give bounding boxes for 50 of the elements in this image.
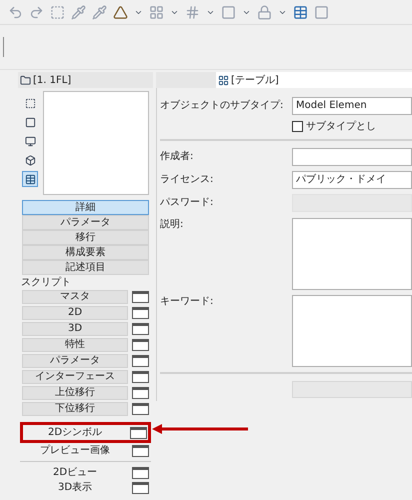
dropdown[interactable]: パブリック・ドメイ xyxy=(292,170,412,188)
table-icon[interactable] xyxy=(293,4,308,20)
dropdown[interactable]: Model Elemen xyxy=(292,96,412,114)
script-button[interactable]: 2Dシンボル xyxy=(24,426,126,440)
field-label: 説明: xyxy=(160,218,184,232)
script-button[interactable]: 2D xyxy=(22,306,128,320)
window-icon[interactable] xyxy=(132,482,149,494)
section-button[interactable]: 詳細 xyxy=(22,200,149,215)
script-button[interactable]: 2Dビュー xyxy=(22,466,128,480)
folder-icon xyxy=(20,74,31,86)
script-button[interactable]: プレビュー画像 xyxy=(22,444,128,458)
field-label: キーワード: xyxy=(160,295,214,309)
window-icon[interactable] xyxy=(132,466,149,478)
section-button[interactable]: パラメータ xyxy=(22,215,149,230)
window-icon[interactable] xyxy=(132,402,149,414)
script-button[interactable]: 下位移行 xyxy=(22,402,128,416)
field-label: 作成者: xyxy=(160,150,194,164)
window-icon[interactable] xyxy=(130,426,147,438)
window-icon[interactable] xyxy=(132,370,149,382)
window-icon[interactable] xyxy=(132,290,149,302)
script-button[interactable]: インターフェース xyxy=(22,370,128,384)
script-button[interactable]: 特性 xyxy=(22,338,128,352)
checkbox-label: サブタイプとし xyxy=(306,120,376,134)
section-heading: スクリプト xyxy=(20,277,72,289)
input-field[interactable] xyxy=(292,148,412,166)
script-button[interactable]: パラメータ xyxy=(22,354,128,368)
tab-label: [1. 1FL] xyxy=(33,74,72,88)
panel-tab[interactable]: [テーブル] xyxy=(216,72,412,88)
view-icon[interactable] xyxy=(22,171,38,187)
window-icon[interactable] xyxy=(132,386,149,398)
section-button[interactable]: 移行 xyxy=(22,230,149,245)
script-button[interactable]: マスタ xyxy=(22,290,128,304)
script-button[interactable]: 3D表示 xyxy=(22,480,128,494)
field-label: パスワード: xyxy=(160,196,214,210)
field-label: ライセンス: xyxy=(160,172,214,186)
tab-label: [テーブル] xyxy=(231,74,279,88)
tab-strip xyxy=(156,72,216,88)
window-icon[interactable] xyxy=(132,444,149,456)
checkbox[interactable] xyxy=(292,120,303,132)
window-icon[interactable] xyxy=(132,306,149,318)
window-icon[interactable] xyxy=(132,338,149,350)
window-icon[interactable] xyxy=(132,322,149,334)
section-button[interactable]: 記述項目 xyxy=(22,260,149,275)
section-button[interactable]: 構成要素 xyxy=(22,245,149,260)
field-label: オブジェクトのサブタイプ: xyxy=(160,98,284,112)
grid-icon xyxy=(218,74,229,86)
script-button[interactable]: 3D xyxy=(22,322,128,336)
script-button[interactable]: 上位移行 xyxy=(22,386,128,400)
window-icon[interactable] xyxy=(132,354,149,366)
panel-tab[interactable]: [1. 1FL] xyxy=(18,72,153,88)
